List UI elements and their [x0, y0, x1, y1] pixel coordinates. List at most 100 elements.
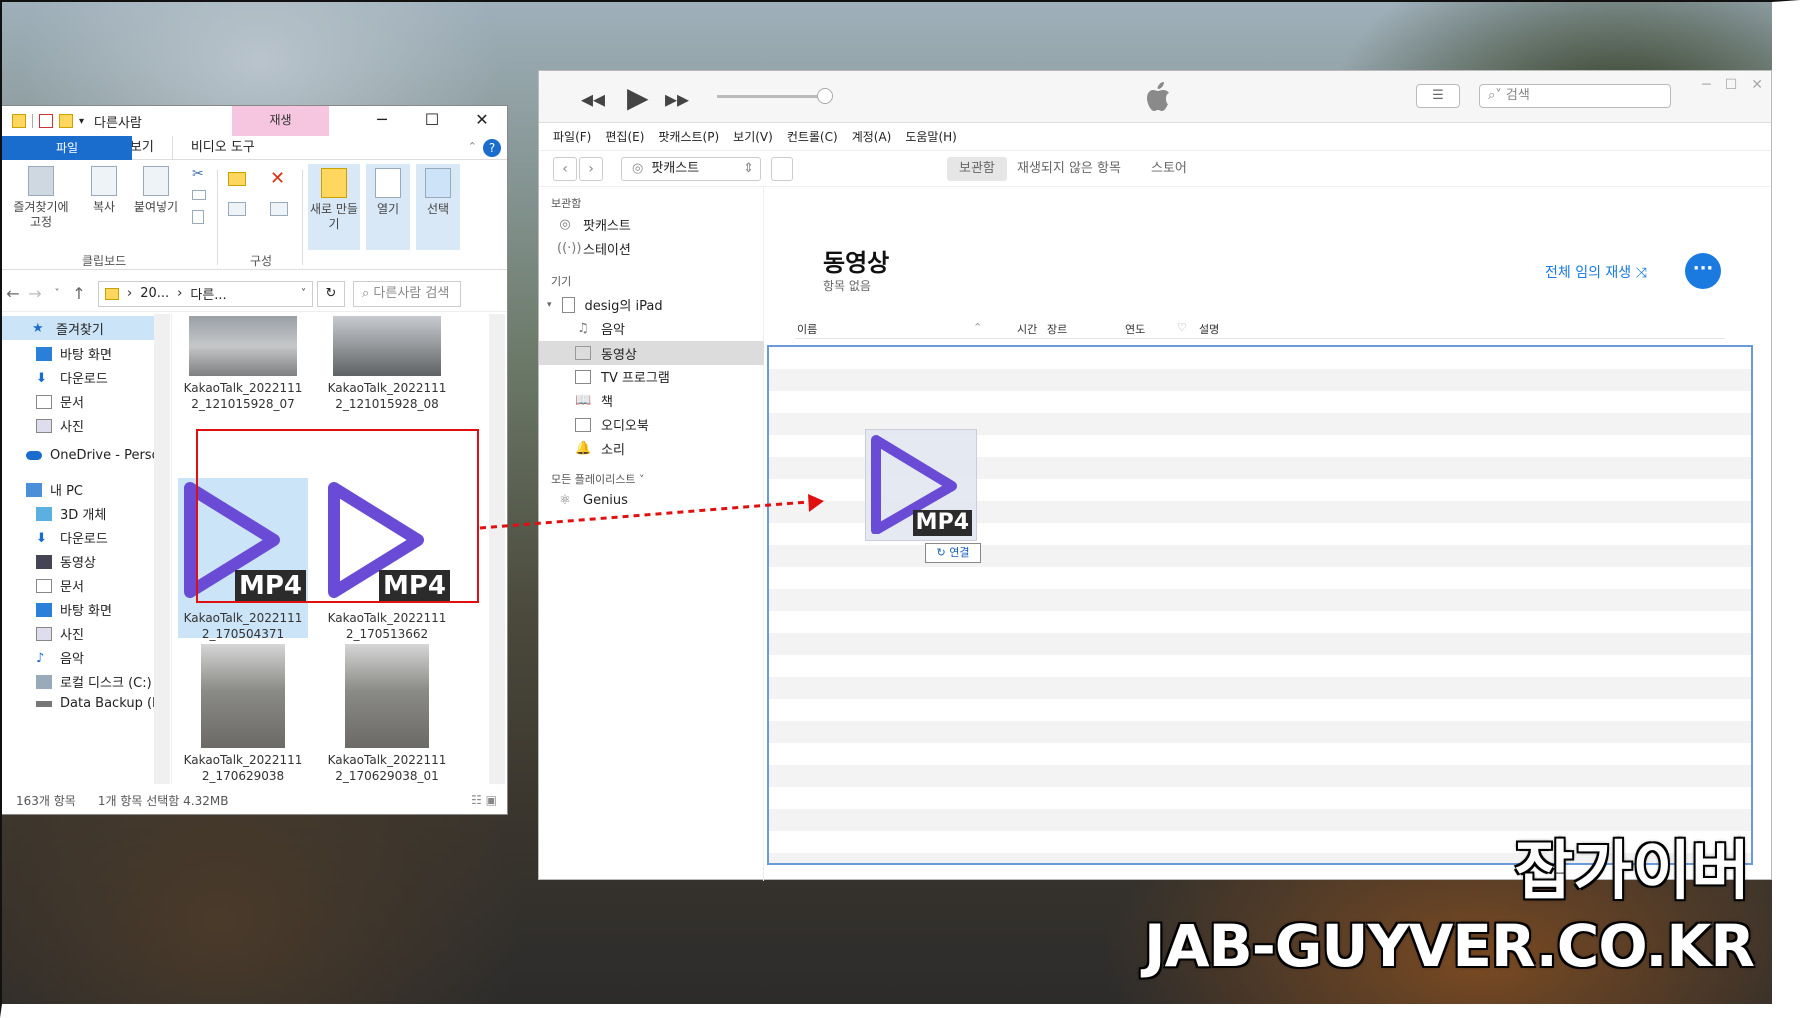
nav-item-documents[interactable]: 문서 — [36, 392, 84, 411]
content-scrollbar[interactable] — [489, 314, 505, 784]
copy-to-icon[interactable] — [228, 202, 246, 216]
forward-icon[interactable]: › — [579, 156, 603, 181]
column-time[interactable]: 시간 — [1017, 321, 1037, 337]
open-button[interactable]: 열기 — [366, 164, 410, 250]
nav-item-downloads-pc[interactable]: ⬇ 다운로드 — [36, 528, 108, 548]
file-item[interactable]: KakaoTalk_2022111 2_121015928_08 — [322, 316, 452, 412]
context-tab-play[interactable]: 재생 — [232, 106, 329, 136]
sort-icon[interactable]: ⌃ — [973, 321, 982, 334]
breadcrumb-segment[interactable]: 다른... — [190, 284, 226, 303]
nav-item-local-disk[interactable]: 로컬 디스크 (C:) — [36, 672, 152, 691]
nav-item-desktop[interactable]: 바탕 화면 — [36, 344, 112, 363]
playlists-header[interactable]: 모든 플레이리스트 ˅ — [551, 471, 644, 487]
nav-item-pictures-pc[interactable]: 사진 — [36, 624, 84, 643]
forward-icon[interactable]: → — [24, 284, 46, 303]
breadcrumb-segment[interactable]: 20... — [140, 286, 169, 301]
tab-unplayed[interactable]: 재생되지 않은 항목 — [1005, 157, 1133, 181]
maximize-button[interactable]: ☐ — [407, 106, 457, 136]
sidebar-item-genius[interactable]: ⚛ Genius — [557, 493, 628, 508]
close-button[interactable]: ✕ — [1751, 77, 1763, 93]
sidebar-device[interactable]: ▾ desig의 iPad — [547, 295, 663, 314]
media-type-select[interactable]: ◎ 팟캐스트 ⇕ — [621, 157, 761, 181]
chevron-down-icon[interactable]: ˅ — [301, 288, 306, 299]
itunes-window[interactable]: ◂◂ ▶ ▸▸ ☰ ⌕˅ 검색 ─ ☐ ✕ 파일(F) 편집(E) 팟캐스트(P) … — [538, 70, 1772, 881]
sidebar-item-stations[interactable]: ((·)) 스테이션 — [557, 239, 631, 258]
column-year[interactable]: 연도 — [1125, 321, 1145, 337]
properties-icon[interactable] — [39, 114, 53, 128]
list-view-button[interactable]: ☰ — [1416, 84, 1460, 108]
nav-item-videos[interactable]: 동영상 — [36, 552, 96, 571]
minimize-button[interactable]: ─ — [357, 106, 407, 136]
dropdown-icon[interactable]: ▾ — [79, 116, 84, 127]
back-icon[interactable]: ← — [2, 284, 24, 303]
refresh-button[interactable]: ↻ — [317, 280, 345, 307]
nav-item-favorites[interactable]: ★ 즐겨찾기 — [2, 316, 154, 340]
rename-icon[interactable] — [270, 202, 288, 216]
menu-podcast[interactable]: 팟캐스트(P) — [658, 128, 719, 145]
nav-item-desktop-pc[interactable]: 바탕 화면 — [36, 600, 112, 619]
nav-item-downloads[interactable]: ⬇ 다운로드 — [36, 368, 108, 388]
nav-item-documents-pc[interactable]: 문서 — [36, 576, 84, 595]
nav-item-this-pc[interactable]: 내 PC — [26, 480, 83, 499]
shuffle-all-button[interactable]: 전체 임의 재생 ⤨ — [1545, 262, 1647, 282]
menu-edit[interactable]: 편집(E) — [605, 128, 644, 145]
sidebar-item-tones[interactable]: 🔔 소리 — [575, 439, 625, 458]
new-folder-button[interactable]: 새로 만들기 — [308, 164, 360, 250]
collapse-ribbon-icon[interactable]: ⌃ — [468, 140, 477, 153]
copy-path-icon[interactable] — [192, 190, 206, 200]
column-genre[interactable]: 장르 — [1047, 321, 1067, 337]
recent-dropdown-icon[interactable]: ˅ — [46, 288, 68, 299]
file-item[interactable]: KakaoTalk_2022111 2_170629038_01 — [322, 644, 452, 784]
menu-controls[interactable]: 컨트롤(C) — [787, 128, 838, 145]
select-button[interactable]: 선택 — [416, 164, 460, 250]
itunes-sidebar[interactable]: 보관함 ◎ 팟캐스트 ((·)) 스테이션 기기 ▾ desig의 iPad ♫ 음악 … — [539, 187, 764, 881]
cut-icon[interactable]: ✂ — [192, 166, 204, 182]
itunes-search-input[interactable]: ⌕˅ 검색 — [1479, 84, 1671, 108]
nav-item-music[interactable]: ♪ 음악 — [36, 648, 84, 668]
move-to-icon[interactable] — [228, 172, 246, 186]
sidebar-item-movies[interactable]: 동영상 — [539, 341, 764, 365]
sidebar-item-books[interactable]: 📖 책 — [575, 391, 613, 410]
heart-icon[interactable]: ♡ — [1177, 321, 1187, 334]
close-button[interactable]: ✕ — [457, 106, 507, 136]
fast-forward-icon[interactable]: ▸▸ — [665, 85, 689, 113]
quick-access-toolbar[interactable]: ▾ — [12, 114, 84, 128]
nav-item-data-backup[interactable]: Data Backup (D — [36, 696, 162, 711]
volume-knob[interactable] — [817, 88, 833, 104]
back-icon[interactable]: ‹ — [553, 156, 577, 181]
more-options-button[interactable]: ··· — [1685, 253, 1721, 289]
maximize-button[interactable]: ☐ — [1725, 77, 1738, 93]
file-item[interactable]: KakaoTalk_2022111 2_121015928_07 — [178, 316, 308, 412]
menu-view[interactable]: 보기(V) — [733, 128, 773, 145]
navigation-pane[interactable]: ★ 즐겨찾기 바탕 화면 ⬇ 다운로드 문서 사진 OneDrive - Perso… — [2, 314, 172, 784]
rewind-icon[interactable]: ◂◂ — [581, 85, 605, 113]
sidebar-item-audiobooks[interactable]: 오디오북 — [575, 415, 649, 434]
nav-item-pictures[interactable]: 사진 — [36, 416, 84, 435]
nav-scrollbar[interactable] — [154, 314, 170, 784]
pin-to-quick-access-button[interactable]: 즐겨찾기에 고정 — [8, 166, 74, 230]
nav-item-3d-objects[interactable]: 3D 개체 — [36, 504, 106, 523]
address-box[interactable]: › 20... › 다른... ˅ — [98, 280, 313, 307]
tab-file[interactable]: 파일 — [2, 135, 132, 160]
menu-account[interactable]: 계정(A) — [852, 128, 892, 145]
sidebar-item-music[interactable]: ♫ 음악 — [575, 319, 625, 338]
help-icon[interactable]: ? — [483, 139, 501, 157]
nav-item-onedrive[interactable]: OneDrive - Person — [26, 448, 168, 463]
delete-icon[interactable]: ✕ — [270, 168, 285, 189]
volume-slider[interactable] — [717, 88, 833, 104]
tab-video-tools[interactable]: 비디오 도구 — [171, 135, 273, 160]
column-description[interactable]: 설명 — [1199, 321, 1219, 337]
view-mode-icons[interactable]: ☷ ▣ — [471, 793, 497, 807]
tab-library[interactable]: 보관함 — [947, 157, 1007, 181]
copy-button[interactable]: 복사 — [86, 166, 122, 215]
drop-target-list[interactable]: MP4 ↻ 연결 — [767, 345, 1753, 865]
minimize-button[interactable]: ─ — [1702, 77, 1710, 93]
file-item[interactable]: KakaoTalk_2022111 2_170629038 — [178, 644, 308, 784]
tab-store[interactable]: 스토어 — [1139, 157, 1199, 181]
menu-file[interactable]: 파일(F) — [553, 128, 591, 145]
paste-shortcut-icon[interactable] — [192, 210, 204, 224]
new-folder-icon[interactable] — [59, 114, 73, 128]
expand-icon[interactable]: ▾ — [547, 300, 552, 310]
menu-help[interactable]: 도움말(H) — [905, 128, 957, 145]
up-icon[interactable]: ↑ — [68, 284, 90, 303]
